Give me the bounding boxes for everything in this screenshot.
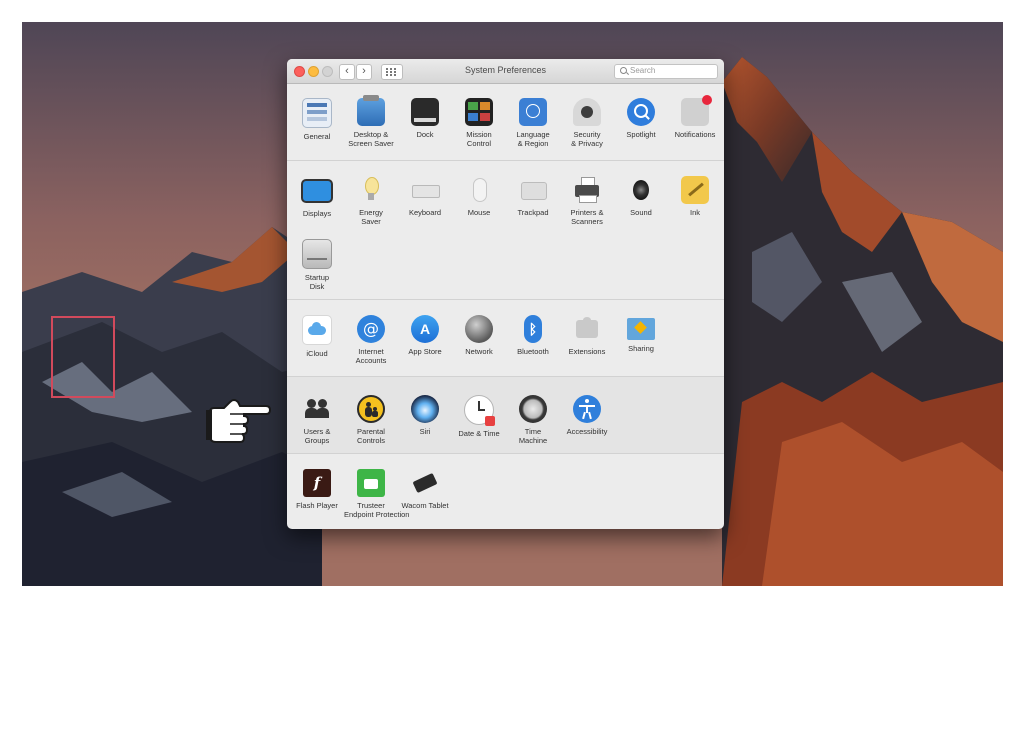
app-store-icon: A [411,315,439,343]
parental-controls-icon [357,395,385,423]
displays-icon [301,179,333,203]
security-privacy-icon [573,98,601,126]
printer-icon [573,176,601,204]
energy-saver-icon [357,176,385,204]
section-personal: General Desktop & Screen Saver Dock Miss… [287,84,724,161]
date-time-icon [464,395,495,426]
pref-printers-scanners[interactable]: Printers & Scanners [560,176,614,226]
pref-extensions[interactable]: Extensions [560,315,614,356]
pref-energy-saver[interactable]: Energy Saver [344,176,398,226]
pref-general[interactable]: General [290,98,344,141]
pref-date-time[interactable]: Date & Time [452,395,506,438]
extensions-icon [573,315,601,343]
bluetooth-icon: ᛒ [524,315,542,343]
pref-wacom-tablet[interactable]: Wacom Tablet [398,469,452,510]
pref-siri[interactable]: Siri [398,395,452,436]
pref-sharing[interactable]: Sharing [614,315,668,353]
pref-trackpad[interactable]: Trackpad [506,176,560,217]
siri-icon [411,395,439,423]
pref-flash-player[interactable]: f Flash Player [290,469,344,510]
pref-spotlight[interactable]: Spotlight [614,98,668,139]
pref-bluetooth[interactable]: ᛒ Bluetooth [506,315,560,356]
network-icon [465,315,493,343]
pref-app-store[interactable]: A App Store [398,315,452,356]
pref-mouse[interactable]: Mouse [452,176,506,217]
pref-users-groups[interactable]: Users & Groups [290,395,344,445]
users-groups-icon [303,395,331,423]
desktop-screensaver-icon [357,95,385,126]
title-bar: ‹ › System Preferences Search [287,59,724,84]
mission-control-icon [465,98,493,126]
pointing-hand-icon [206,399,272,443]
pref-accessibility[interactable]: Accessibility [560,395,614,436]
dock-icon [411,98,439,126]
parental-controls-highlight [51,316,115,398]
wacom-tablet-icon [411,469,439,497]
trackpad-icon [519,176,547,204]
flash-player-icon: f [303,469,331,497]
pref-dock[interactable]: Dock [398,98,452,139]
search-field[interactable]: Search [614,64,718,79]
pref-parental-controls[interactable]: Parental Controls [344,395,398,445]
pref-startup-disk[interactable]: Startup Disk [290,239,344,291]
pref-mission-control[interactable]: Mission Control [452,98,506,148]
time-machine-icon [519,395,547,423]
startup-disk-icon [302,239,332,269]
pref-ink[interactable]: Ink [668,176,722,217]
notifications-icon [681,95,712,126]
pref-trusteer[interactable]: Trusteer Endpoint Protection [344,469,409,519]
ink-icon [681,176,709,204]
pref-time-machine[interactable]: Time Machine [506,395,560,445]
accessibility-icon [573,395,601,423]
search-placeholder: Search [630,66,656,75]
pref-desktop-screen-saver[interactable]: Desktop & Screen Saver [344,95,398,148]
section-system: Users & Groups Parental Controls Siri Da… [287,377,724,454]
section-hardware: Displays Energy Saver Keyboard Mouse Tra… [287,161,724,300]
sharing-icon [627,318,655,340]
pref-network[interactable]: Network [452,315,506,356]
pref-language-region[interactable]: Language & Region [506,98,560,148]
icloud-icon [302,315,332,345]
pref-security-privacy[interactable]: Security & Privacy [560,98,614,148]
sound-icon [627,176,655,204]
spotlight-icon [627,98,655,126]
system-preferences-window: ‹ › System Preferences Search General De… [287,59,724,529]
pref-sound[interactable]: Sound [614,176,668,217]
trusteer-icon [357,469,385,497]
pref-icloud[interactable]: iCloud [290,315,344,358]
pref-displays[interactable]: Displays [290,176,344,218]
section-other: f Flash Player Trusteer Endpoint Protect… [287,454,724,529]
pref-internet-accounts[interactable]: @ Internet Accounts [344,315,398,365]
mouse-icon [465,176,493,204]
section-internet: iCloud @ Internet Accounts A App Store N… [287,300,724,377]
search-icon [620,67,627,74]
language-region-icon [519,98,547,126]
pref-notifications[interactable]: Notifications [668,95,722,139]
pref-keyboard[interactable]: Keyboard [398,176,452,217]
internet-accounts-icon: @ [357,315,385,343]
keyboard-icon [411,176,440,204]
general-icon [302,98,332,128]
